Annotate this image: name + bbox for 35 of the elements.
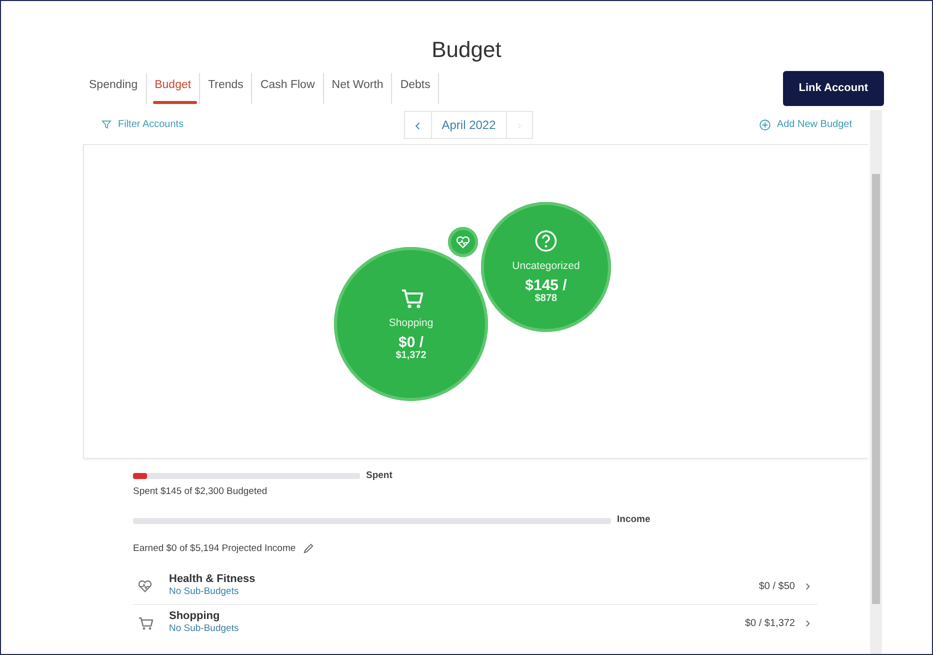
pencil-icon <box>302 542 315 556</box>
nav-tab[interactable]: Budget <box>146 73 200 104</box>
bubble-budget: $1,372 <box>396 350 426 362</box>
bar-label: Income <box>617 513 650 528</box>
link-account-button[interactable]: Link Account <box>782 71 884 106</box>
category-name: Health & Fitness <box>169 572 256 585</box>
page-title: Budget <box>430 36 502 64</box>
income-summary: Earned $0 of $5,194 Projected Income <box>133 542 296 556</box>
nav-tab[interactable]: Debts <box>392 73 440 104</box>
plus-icon <box>758 118 771 131</box>
filter-icon <box>101 119 112 130</box>
bubble-label: Shopping <box>388 316 434 331</box>
bubble-spent: $145 / <box>525 278 567 294</box>
nav-tab[interactable]: Net Worth <box>324 73 392 104</box>
cart-icon <box>137 615 153 632</box>
category-amount-link[interactable]: $0 / $1,372 <box>738 614 818 632</box>
spent-summary: Spent $145 of $2,300 Budgeted <box>133 485 268 500</box>
question-icon <box>534 228 558 253</box>
heart-icon <box>455 234 471 250</box>
nav-tab[interactable]: Spending <box>89 73 147 104</box>
nav-tab[interactable]: Cash Flow <box>252 73 324 104</box>
edit-button[interactable] <box>302 542 315 556</box>
sub-budget-note: No Sub-Budgets <box>169 584 240 599</box>
bar-label: Spent <box>366 468 392 483</box>
nav-tab[interactable]: Trends <box>200 73 252 104</box>
bubble-spent: $0 / <box>398 335 424 350</box>
category-amount-link[interactable]: $0 / $50 <box>752 578 818 595</box>
scrollbar-thumb[interactable] <box>872 174 880 604</box>
chevron-right-icon <box>515 122 524 130</box>
category-name: Shopping <box>169 610 221 622</box>
heart-icon <box>137 578 153 594</box>
sub-budget-note: No Sub-Budgets <box>169 622 239 636</box>
budget-bubble[interactable] <box>448 226 478 257</box>
bubble-budget: $878 <box>534 293 558 306</box>
bubble-label: Uncategorized <box>512 258 580 274</box>
